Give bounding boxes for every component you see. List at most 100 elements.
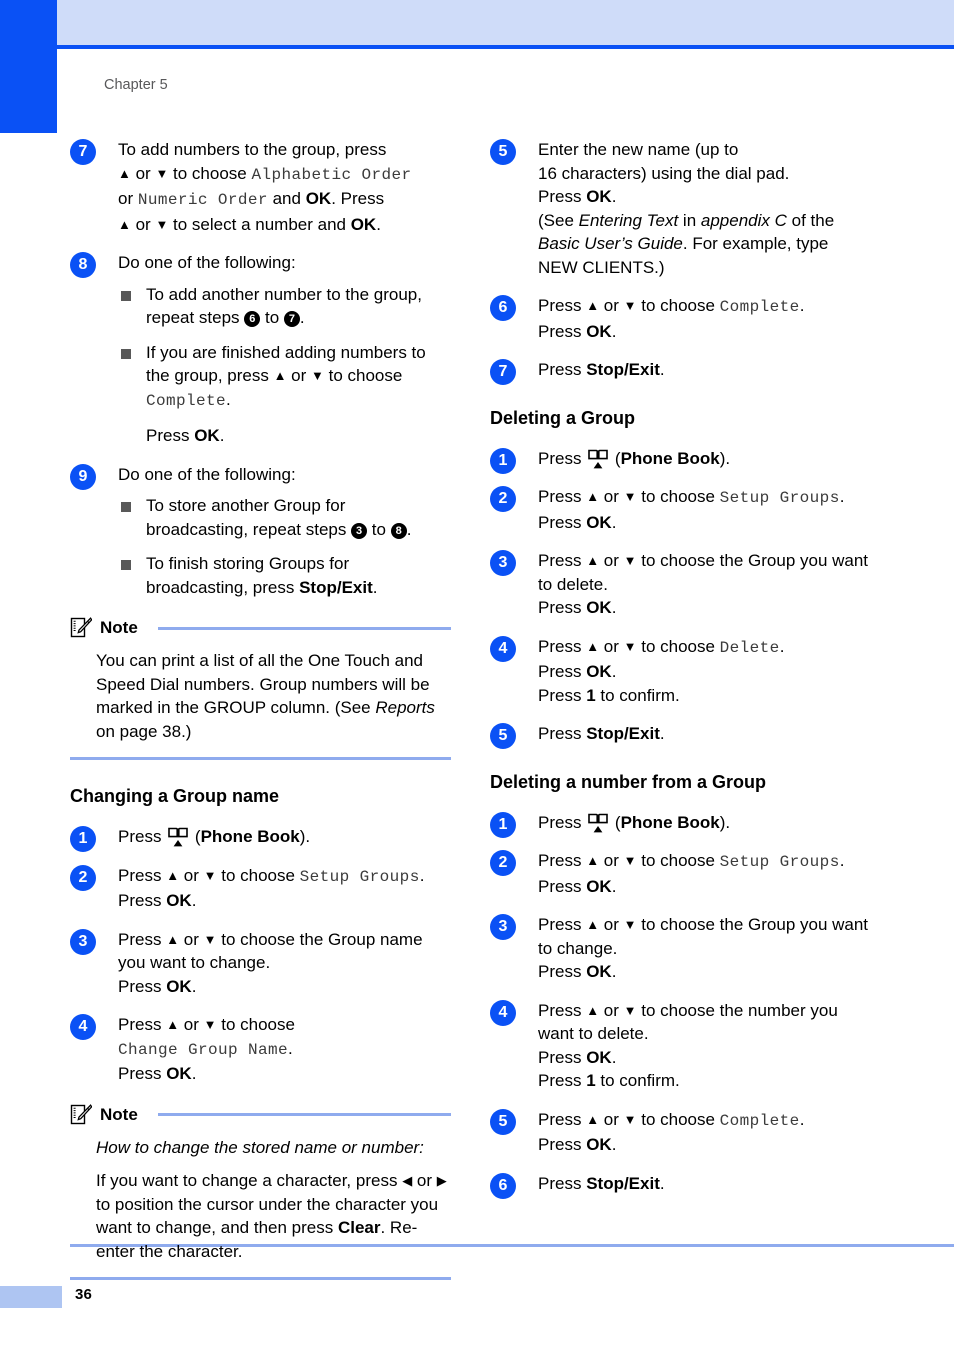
phone-book-icon	[588, 812, 608, 834]
step-text: Do one of the following:	[118, 253, 296, 272]
section-heading-deleting-a-number-from-a-group: Deleting a number from a Group	[490, 771, 767, 792]
step-body: Press (Phone Book).	[538, 811, 871, 835]
right-column: 5 Enter the new name (up to 16 characters)…	[490, 138, 871, 1210]
footer-marker	[0, 1286, 62, 1308]
note-paragraph: You can print a list of all the One Touc…	[96, 651, 435, 741]
step-number-badge: 1	[490, 447, 516, 474]
numbered-step: 3 Press ▲ or ▼ to choose the Group name y…	[70, 928, 451, 999]
step-body: Press ▲ or ▼ to choose Complete. Press OK…	[538, 294, 871, 343]
step-text: Press ▲ or ▼ to choose Complete. Press OK…	[538, 296, 805, 341]
step-text: Press ▲ or ▼ to choose Setup Groups. Pres…	[118, 865, 425, 911]
step-text: Enter the new name (up to 16 characters) …	[538, 140, 835, 277]
numbered-step: 2 Press ▲ or ▼ to choose Setup Groups. Pre…	[490, 485, 871, 534]
numbered-step: 1 Press (Phone Book).	[70, 825, 451, 852]
numbered-step: 7 To add numbers to the group, press ▲ or …	[70, 138, 451, 236]
numbered-step: 9 Do one of the following: To store anothe…	[70, 463, 451, 600]
step-body: Press ▲ or ▼ to choose Setup Groups. Pres…	[538, 849, 871, 898]
step-body: Press ▲ or ▼ to choose Change Group Name.…	[118, 1013, 451, 1086]
delete-number-steps: 1 Press (Phone Book). 2 Press ▲ or ▼ to cho…	[490, 811, 871, 1199]
step-text: Press ▲ or ▼ to choose the number you wa…	[538, 1000, 838, 1091]
step-text: Press Stop/Exit.	[538, 360, 665, 379]
step-body: Do one of the following: To add another n…	[118, 251, 451, 448]
step-number-badge: 7	[70, 139, 96, 165]
step-body: Enter the new name (up to 16 characters) …	[538, 138, 871, 279]
left-section-steps-group: 1 Press (Phone Book). 2 Press ▲ or ▼ to cho…	[70, 825, 451, 1086]
step-text: Press (Phone Book).	[118, 827, 311, 847]
note-pencil-icon	[70, 1103, 93, 1126]
step-number-badge: 1	[490, 811, 516, 838]
step-text: Press (Phone Book).	[538, 448, 731, 468]
note-title: Note	[100, 1104, 138, 1124]
left-column: 7 To add numbers to the group, press ▲ or …	[70, 138, 451, 1302]
step-body: Press ▲ or ▼ to choose Delete. Press OK. P…	[538, 635, 871, 708]
numbered-step: 3 Press ▲ or ▼ to choose the Group you wa…	[490, 549, 871, 620]
numbered-step: 5 Press ▲ or ▼ to choose Complete. Press O…	[490, 1108, 871, 1157]
step-text: Do one of the following:	[118, 464, 296, 484]
step-text: Press ▲ or ▼ to choose Setup Groups. Pres…	[538, 851, 845, 896]
numbered-step: 7 Press Stop/Exit.	[490, 358, 871, 385]
numbered-step: 6 Press Stop/Exit.	[490, 1172, 871, 1199]
delete-group-steps: 1 Press (Phone Book). 2 Press ▲ or ▼ to cho…	[490, 447, 871, 749]
step-number-badge: 2	[70, 864, 96, 891]
note-block-1: Note You can print a list of all the One …	[70, 617, 451, 760]
step-trailing-text: Press OK.	[146, 426, 225, 445]
step-number-badge: 2	[490, 850, 516, 876]
step-number-badge: 1	[70, 826, 96, 852]
chapter-label: Chapter 5	[104, 77, 168, 93]
step-body: To add numbers to the group, press ▲ or ▼…	[118, 138, 451, 236]
list-item: To store another Group for broadcasting,…	[118, 494, 451, 541]
note-paragraph: How to change the stored name or number:	[96, 1137, 424, 1157]
right-steps-top-group: 5 Enter the new name (up to 16 characters)…	[490, 138, 871, 385]
step-text: Press ▲ or ▼ to choose Setup Groups. Pres…	[538, 487, 845, 532]
step-number-badge: 3	[70, 928, 96, 955]
chapter-tab-marker	[0, 0, 57, 133]
step-number-badge: 4	[70, 1014, 96, 1040]
step-number-badge: 5	[490, 139, 516, 165]
step-body: Press ▲ or ▼ to choose Complete. Press OK…	[538, 1108, 871, 1157]
step-number-badge: 9	[70, 463, 96, 490]
step-body: Press Stop/Exit.	[538, 722, 871, 746]
step-text: Press ▲ or ▼ to choose the Group you wan…	[538, 551, 869, 617]
note-body: How to change the stored name or number:…	[96, 1136, 451, 1264]
step-text: Press ▲ or ▼ to choose the Group you wan…	[538, 915, 869, 981]
numbered-step: 2 Press ▲ or ▼ to choose Setup Groups. Pre…	[70, 864, 451, 913]
step-body: Press ▲ or ▼ to choose Setup Groups. Pres…	[118, 864, 451, 913]
numbered-step: 6 Press ▲ or ▼ to choose Complete. Press O…	[490, 294, 871, 343]
step-body: Press Stop/Exit.	[538, 358, 871, 382]
note-block-2: Note How to change the stored name or num…	[70, 1103, 451, 1280]
note-bottom-rule	[70, 1277, 451, 1280]
step-number-badge: 5	[490, 1108, 516, 1135]
numbered-step: 5 Enter the new name (up to 16 characters)…	[490, 138, 871, 279]
step-text: Press Stop/Exit.	[538, 1173, 665, 1193]
step-text: Press (Phone Book).	[538, 812, 731, 834]
step-number-badge: 4	[490, 635, 516, 662]
step-number-badge: 3	[490, 914, 516, 940]
step-text: Press ▲ or ▼ to choose Change Group Name.…	[118, 1015, 295, 1083]
step-text: Press Stop/Exit.	[538, 724, 665, 743]
step-body: Press ▲ or ▼ to choose the number you wa…	[538, 999, 871, 1093]
step-body: Press (Phone Book).	[118, 825, 451, 849]
note-paragraph: If you want to change a character, press…	[96, 1171, 447, 1261]
step-text: Press ▲ or ▼ to choose Delete. Press OK. P…	[538, 636, 785, 705]
header-rule	[57, 45, 954, 49]
step-body: Press ▲ or ▼ to choose Setup Groups. Pres…	[538, 485, 871, 534]
section-heading-changing-group-name: Changing a Group name	[70, 786, 280, 806]
step-body: Press ▲ or ▼ to choose the Group you wan…	[538, 913, 871, 984]
note-header-rule	[157, 626, 451, 630]
step-body: Press ▲ or ▼ to choose the Group you wan…	[538, 549, 871, 620]
list-item: To add another number to the group, repe…	[118, 283, 451, 330]
numbered-step: 4 Press ▲ or ▼ to choose Change Group Name…	[70, 1013, 451, 1086]
step-body: Press (Phone Book).	[538, 447, 871, 471]
numbered-step: 1 Press (Phone Book).	[490, 811, 871, 838]
step-body: Press Stop/Exit.	[538, 1172, 871, 1196]
step-number-badge: 5	[490, 723, 516, 749]
step-number-badge: 3	[490, 550, 516, 576]
note-header-rule	[157, 1113, 451, 1116]
left-steps-group: 7 To add numbers to the group, press ▲ or …	[70, 138, 451, 599]
step-text: Press ▲ or ▼ to choose Complete. Press OK…	[538, 1109, 805, 1155]
numbered-step: 3 Press ▲ or ▼ to choose the Group you wa…	[490, 913, 871, 984]
step-number-badge: 6	[490, 295, 516, 321]
note-header: Note	[70, 1103, 451, 1126]
step-number-badge: 8	[70, 252, 96, 278]
step-number-badge: 7	[490, 359, 516, 385]
